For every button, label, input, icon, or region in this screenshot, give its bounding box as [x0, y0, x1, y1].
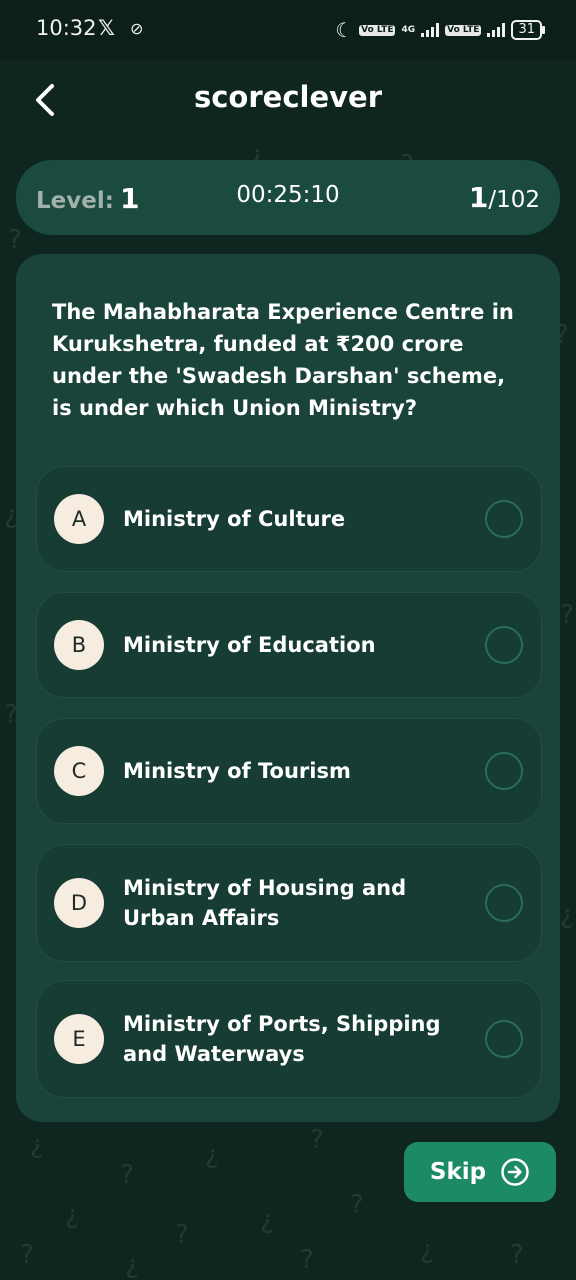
option-label: Ministry of Tourism [123, 759, 351, 783]
skip-label: Skip [429, 1159, 487, 1185]
option-letter-badge: A [54, 494, 104, 544]
option-c[interactable]: C Ministry of Tourism [36, 718, 542, 824]
radio-button[interactable] [485, 752, 523, 790]
status-indicators: ☾ Vo LTE 4G Vo LTE 31 [335, 18, 545, 42]
radio-button[interactable] [485, 626, 523, 664]
question-progress: 1/102 [469, 181, 540, 214]
option-a[interactable]: A Ministry of Culture [36, 466, 542, 572]
skip-button[interactable]: Skip [404, 1142, 556, 1202]
status-bar: 10:32 𝕏 ⊘ ☾ Vo LTE 4G Vo LTE 31 [0, 0, 576, 60]
signal-icon-2 [487, 23, 506, 37]
question-card: The Mahabharata Experience Centre in Kur… [16, 254, 560, 1122]
total-questions: /102 [488, 187, 540, 213]
signal-icon [421, 23, 440, 37]
option-label: Ministry of Housing and Urban Affairs [123, 876, 407, 930]
option-label: Ministry of Culture [123, 507, 346, 531]
link-icon: ⊘ [130, 19, 144, 38]
moon-icon: ☾ [335, 18, 354, 42]
volte-icon: Vo LTE [359, 24, 396, 36]
status-time: 10:32 [36, 16, 97, 40]
option-letter-badge: B [54, 620, 104, 670]
current-question: 1 [468, 181, 489, 214]
level-bar: Level: 1 00:25:10 1/102 [16, 160, 560, 235]
battery-icon: 31 [511, 20, 545, 40]
x-app-icon: 𝕏 [98, 16, 115, 40]
arrow-right-circle-icon [501, 1158, 529, 1186]
option-letter-badge: D [54, 878, 104, 928]
option-letter-badge: C [54, 746, 104, 796]
option-label: Ministry of Education [123, 633, 376, 657]
option-label: Ministry of Ports, Shipping and Waterway… [123, 1012, 441, 1066]
question-text: The Mahabharata Experience Centre in Kur… [52, 300, 514, 420]
volte-icon-2: Vo LTE [445, 24, 482, 36]
option-letter-badge: E [54, 1014, 104, 1064]
option-d[interactable]: D Ministry of Housing and Urban Affairs [36, 844, 542, 962]
radio-button[interactable] [485, 1020, 523, 1058]
option-b[interactable]: B Ministry of Education [36, 592, 542, 698]
app-title: scoreclever [193, 80, 383, 114]
option-e[interactable]: E Ministry of Ports, Shipping and Waterw… [36, 980, 542, 1098]
network-type-label: 4G [401, 25, 416, 35]
radio-button[interactable] [485, 884, 523, 922]
radio-button[interactable] [485, 500, 523, 538]
